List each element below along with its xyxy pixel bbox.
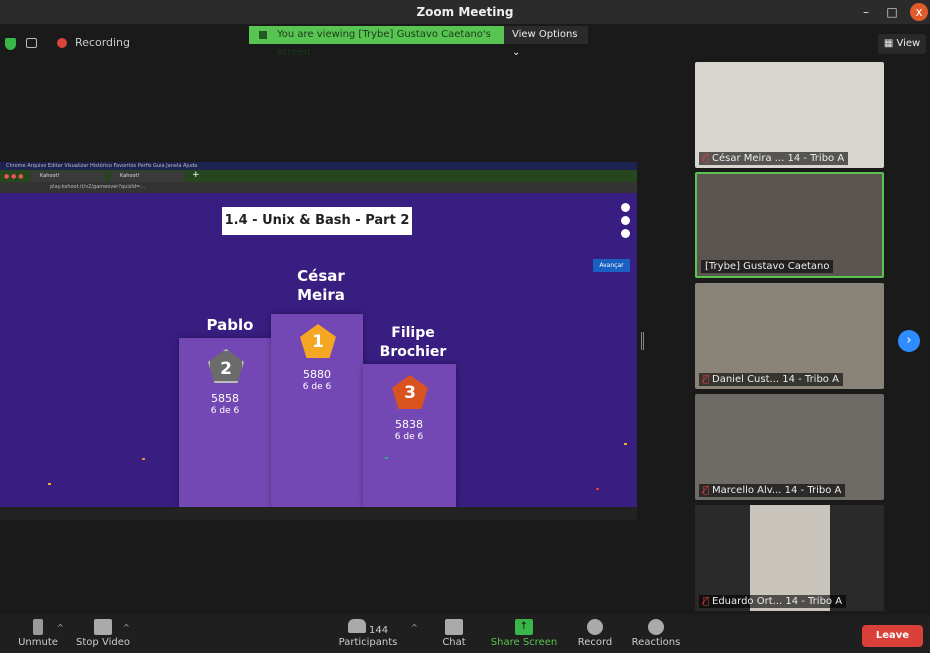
banner-text: You are viewing [Trybe] Gustavo Caetano'… [277,29,491,58]
participant-tile[interactable]: 🎙̸ Marcello Alv... 14 - Tribo A [695,394,884,500]
reactions-smiley-icon [648,619,664,635]
record-icon [587,619,603,635]
advance-button[interactable]: Avançar [593,259,630,272]
participant-tile-active[interactable]: [Trybe] Gustavo Caetano [695,172,884,278]
recording-label: Recording [75,36,131,49]
record-button[interactable]: Record [576,619,614,649]
new-tab-icon[interactable]: + [192,170,200,180]
muted-mic-icon: 🎙̸ [703,153,710,164]
confetti [624,443,627,445]
mac-menu-bar: Chrome Arquivo Editar Visualizar Históri… [0,162,637,170]
video-camera-icon [94,619,112,635]
podium-name-3: Filipe Brochier [379,325,447,360]
kahoot-podium-slide: 1.4 - Unix & Bash - Part 2 Avançar Pablo… [0,193,637,507]
view-options-button[interactable]: View Options ⌄ [504,26,588,58]
shared-screen: Chrome Arquivo Editar Visualizar Históri… [0,162,637,520]
podium-name-1: César Meira [297,267,345,304]
view-button[interactable]: ▦ View [878,34,926,54]
confetti [142,458,145,460]
recording-icon [57,38,67,48]
confetti [385,457,388,459]
confetti [596,488,599,490]
shield-icon[interactable] [5,38,16,50]
chat-icon [445,619,463,635]
participant-tile[interactable]: 🎙̸ César Meira ... 14 - Tribo A [695,62,884,168]
podium-score-2: 5858 6 de 6 [210,392,240,417]
participant-name: César Meira ... 14 - Tribo A [712,153,845,164]
window-title: Zoom Meeting [416,5,514,19]
shared-screen-footer [0,507,637,520]
podium-name-2: Pablo [206,316,254,334]
muted-mic-icon: 🎙̸ [703,596,710,607]
speaker-icon [259,31,267,39]
muted-mic-icon [33,619,43,635]
meeting-info-icon[interactable] [26,38,37,48]
muted-mic-icon: 🎙̸ [703,374,710,385]
participants-button[interactable]: 144 Participants [336,619,400,649]
podium-score-3: 5838 6 de 6 [394,418,424,443]
unmute-button[interactable]: Unmute [18,619,58,649]
reactions-button[interactable]: Reactions [630,619,682,649]
maximize-button[interactable]: □ [882,2,902,22]
browser-tab[interactable]: Kahoot! [30,171,105,182]
viewing-banner: You are viewing [Trybe] Gustavo Caetano'… [249,26,504,58]
browser-tab[interactable]: Kahoot! [110,171,185,182]
share-screen-icon: ↑ [515,619,533,635]
window-controls-icon: ● ● ● [4,173,24,180]
participants-icon [347,619,366,633]
browser-tabs: ● ● ● Kahoot! Kahoot! + [0,170,637,182]
participant-name: Daniel Cust... 14 - Tribo A [712,374,839,385]
meeting-top-bar: Recording You are viewing [Trybe] Gustav… [0,24,930,62]
address-bar[interactable]: play.kahoot.it/v2/gameover?quizId=... [0,182,637,193]
meeting-toolbar: Unmute ^ Stop Video ^ 144 Participants ^ … [0,615,930,653]
participants-caret-icon[interactable]: ^ [411,623,418,632]
fullscreen-icon[interactable] [621,203,630,212]
leave-button[interactable]: Leave [862,625,923,647]
participant-name: Eduardo Ort... 14 - Tribo A [712,596,843,607]
chat-button[interactable]: Chat [438,619,470,649]
next-page-arrow-icon[interactable]: › [898,330,920,352]
participant-count: 144 [369,625,389,636]
minimize-button[interactable]: – [856,2,876,22]
video-options-caret-icon[interactable]: ^ [123,623,130,632]
podium-score-1: 5880 6 de 6 [302,368,332,393]
pause-icon[interactable] [621,229,630,238]
stop-video-button[interactable]: Stop Video [76,619,130,649]
quiz-title: 1.4 - Unix & Bash - Part 2 [222,207,412,235]
participant-name: [Trybe] Gustavo Caetano [705,261,830,272]
title-bar: Zoom Meeting – □ x [0,0,930,24]
share-screen-button[interactable]: ↑ Share Screen [490,619,558,649]
volume-icon[interactable] [621,216,630,225]
view-label: View [896,38,921,49]
muted-mic-icon: 🎙̸ [703,485,710,496]
resize-handle[interactable] [641,332,644,350]
audio-options-caret-icon[interactable]: ^ [57,623,64,632]
close-button[interactable]: x [910,3,928,21]
participant-tile[interactable]: 🎙̸ Daniel Cust... 14 - Tribo A [695,283,884,389]
confetti [48,483,51,485]
participant-name: Marcello Alv... 14 - Tribo A [712,485,842,496]
participant-tile[interactable]: 🎙̸ Eduardo Ort... 14 - Tribo A [695,505,884,611]
